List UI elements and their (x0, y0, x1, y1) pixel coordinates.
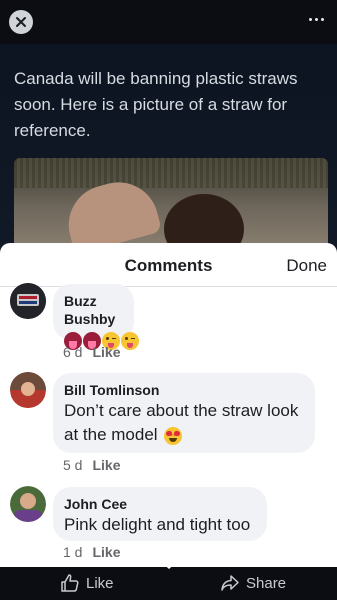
avatar[interactable] (10, 372, 46, 408)
comment-text: Don’t care about the straw look at the m… (64, 401, 299, 445)
comments-header: Comments Done (0, 243, 337, 287)
comment-time: 5 d (63, 457, 83, 473)
comment-author[interactable]: Bill Tomlinson (64, 381, 304, 399)
share-arrow-icon (221, 575, 239, 591)
post-text: Canada will be banning plastic straws so… (14, 69, 298, 140)
comment-time: 6 d (63, 344, 83, 360)
share-button[interactable]: Share (220, 573, 286, 593)
comment-time: 1 d (63, 544, 83, 560)
comment-author[interactable]: John Cee (64, 495, 256, 513)
post-photo[interactable] (14, 158, 328, 248)
heart-eyes-emoji (164, 426, 183, 445)
sheet-pointer (160, 561, 178, 569)
top-bar (0, 0, 337, 44)
comment-bubble[interactable]: John Cee Pink delight and tight too (53, 487, 267, 541)
comment-author[interactable]: Buzz Bushby (64, 292, 123, 328)
winking-tongue-emoji (121, 332, 139, 350)
comment-meta: 5 d Like (63, 457, 120, 473)
comment-like-button[interactable]: Like (92, 344, 120, 360)
comment-like-button[interactable]: Like (92, 544, 120, 560)
avatar[interactable] (10, 283, 46, 319)
thumbs-up-icon (61, 574, 79, 592)
post-action-bar: Like Share (0, 567, 337, 600)
comment-like-button[interactable]: Like (92, 457, 120, 473)
avatar[interactable] (10, 486, 46, 522)
comment-bubble[interactable]: Buzz Bushby (53, 284, 139, 350)
comment-bubble[interactable]: Bill Tomlinson Don’t care about the stra… (53, 373, 315, 453)
comment-meta: 6 d Like (63, 344, 120, 360)
close-button[interactable] (9, 10, 33, 34)
more-options-button[interactable] (309, 14, 327, 24)
close-icon (16, 17, 26, 27)
comment-text: Pink delight and tight too (64, 515, 251, 534)
done-button[interactable]: Done (286, 256, 327, 276)
comments-sheet: Comments Done Buzz Bushby 6 d Like Bill … (0, 243, 337, 567)
comment-meta: 1 d Like (63, 544, 120, 560)
like-button[interactable]: Like (60, 573, 114, 593)
more-icon (309, 17, 312, 21)
